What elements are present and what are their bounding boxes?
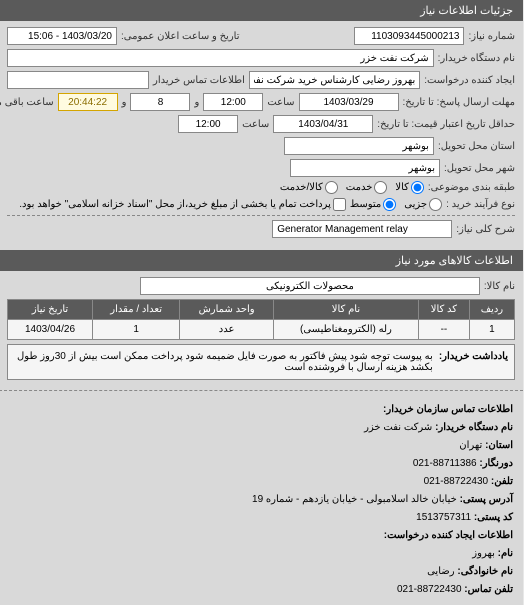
buyer-contact-label: اطلاعات تماس خریدار [154,75,246,86]
contact-phone2-label: تلفن تماس: [465,584,514,595]
buyer-org-label: نام دستگاه خریدار: [439,53,516,64]
contact-lname-label: نام خانوادگی: [458,566,514,577]
budget-service-label: خدمت [347,182,374,193]
general-desc-field[interactable] [273,220,453,238]
contact-name-label: نام: [499,548,514,559]
buyer-contact-field[interactable] [8,71,150,89]
creator-field[interactable] [250,71,421,89]
items-table: ردیف کد کالا نام کالا واحد شمارش تعداد /… [8,299,516,340]
budget-class-label: طبقه بندی موضوعی: [429,182,516,193]
budget-both-radio[interactable]: کالا/خدمت [281,181,339,194]
delivery-city-label: شهر محل تحویل: [445,163,516,174]
contact-org-label: نام دستگاه خریدار: [436,422,514,433]
divider [8,215,516,216]
table-header-row: ردیف کد کالا نام کالا واحد شمارش تعداد /… [9,300,516,320]
validity-date-field[interactable] [274,115,374,133]
process-partial-label: جزیی [405,199,428,210]
process-note-label: پرداخت تمام یا بخشی از مبلغ خرید،از محل … [20,199,332,210]
contact-province-label: استان: [486,440,514,451]
contact-title: اطلاعات تماس سازمان خریدار: [10,401,514,419]
col-qty: تعداد / مقدار [94,300,181,320]
cell-qty: 1 [94,320,181,340]
contact-org: شرکت نفت خزر [365,422,433,433]
contact-section: اطلاعات تماس سازمان خریدار: نام دستگاه خ… [0,395,524,605]
request-number-field[interactable] [355,27,465,45]
datetime-label: تاریخ و ساعت اعلان عمومی: [122,31,241,42]
cell-code: -- [420,320,471,340]
process-medium-radio[interactable]: متوسط [351,198,397,211]
contact-postal-label: کد پستی: [475,512,514,523]
item-name-field[interactable] [141,277,481,295]
contact-lname: رضایی [428,566,456,577]
table-row[interactable]: 1 -- رله (الکترومغناطیسی) عدد 1 1403/04/… [9,320,516,340]
process-partial-input[interactable] [430,198,443,211]
items-section-title: اطلاعات کالاهای مورد نیاز [0,250,524,271]
cell-row: 1 [470,320,515,340]
process-type-group: جزیی متوسط [351,198,443,211]
cell-date: 1403/04/26 [9,320,94,340]
col-code: کد کالا [420,300,471,320]
delivery-city-field[interactable] [291,159,441,177]
time-label-2: ساعت [243,119,270,130]
contact-fax-label: دورنگار: [480,458,514,469]
col-date: تاریخ نیاز [9,300,94,320]
process-note-checkbox[interactable]: پرداخت تمام یا بخشی از مبلغ خرید،از محل … [20,198,347,211]
budget-service-radio[interactable]: خدمت [347,181,389,194]
delivery-province-field[interactable] [285,137,435,155]
col-name: نام کالا [274,300,419,320]
contact-phone-label: تلفن: [492,476,514,487]
buyer-note-text: به پیوست توجه شود پیش فاکتور به صورت فای… [15,351,434,373]
and-label-2: و [123,97,128,108]
creator-section-label: اطلاعات ایجاد کننده درخواست: [10,527,514,545]
time-remaining-field [59,93,119,111]
buyer-note-label: یادداشت خریدار: [440,351,509,373]
budget-both-label: کالا/خدمت [281,182,324,193]
and-label: و [195,97,200,108]
validity-time-field[interactable] [179,115,239,133]
cell-unit: عدد [181,320,275,340]
deadline-time-field[interactable] [204,93,264,111]
time-remaining-label: ساعت باقی مانده [0,97,55,108]
budget-goods-radio[interactable]: کالا [396,181,425,194]
budget-class-group: کالا خدمت کالا/خدمت [281,181,425,194]
buyer-org-field[interactable] [8,49,435,67]
general-desc-label: شرح کلی نیاز: [457,224,516,235]
budget-service-input[interactable] [375,181,388,194]
budget-goods-input[interactable] [412,181,425,194]
col-unit: واحد شمارش [181,300,275,320]
deadline-label: مهلت ارسال پاسخ: تا تاریخ: [404,97,516,108]
process-type-label: نوع فرآیند خرید : [447,199,516,210]
time-label-1: ساعت [268,97,295,108]
contact-phone: 88722430-021 [425,476,490,487]
contact-postal: 1513757311 [417,512,472,523]
validity-label: حداقل تاریخ اعتبار قیمت: تا تاریخ: [378,119,516,130]
contact-phone2: 88722430-021 [398,584,463,595]
request-number-label: شماره نیاز: [469,31,516,42]
delivery-province-label: استان محل تحویل: [439,141,516,152]
contact-address-label: آدرس پستی: [461,494,514,505]
budget-both-input[interactable] [326,181,339,194]
process-medium-input[interactable] [384,198,397,211]
deadline-date-field[interactable] [300,93,400,111]
process-note-input[interactable] [334,198,347,211]
days-remaining-field[interactable] [131,93,191,111]
col-row: ردیف [470,300,515,320]
contact-address: خیابان خالد اسلامبولی - خیابان یازدهم - … [253,494,458,505]
process-partial-radio[interactable]: جزیی [405,198,443,211]
budget-goods-label: کالا [396,182,410,193]
page-title: جزئیات اطلاعات نیاز [0,0,524,21]
contact-fax: 88711386-021 [414,458,478,469]
buyer-note-box: یادداشت خریدار: به پیوست توجه شود پیش فا… [8,344,516,380]
process-medium-label: متوسط [351,199,382,210]
contact-province: تهران [460,440,483,451]
contact-name: بهروز [473,548,496,559]
creator-label: ایجاد کننده درخواست: [425,75,516,86]
item-name-label: نام کالا: [485,281,516,292]
cell-name: رله (الکترومغناطیسی) [274,320,419,340]
datetime-field[interactable] [8,27,118,45]
divider-2 [0,390,524,391]
